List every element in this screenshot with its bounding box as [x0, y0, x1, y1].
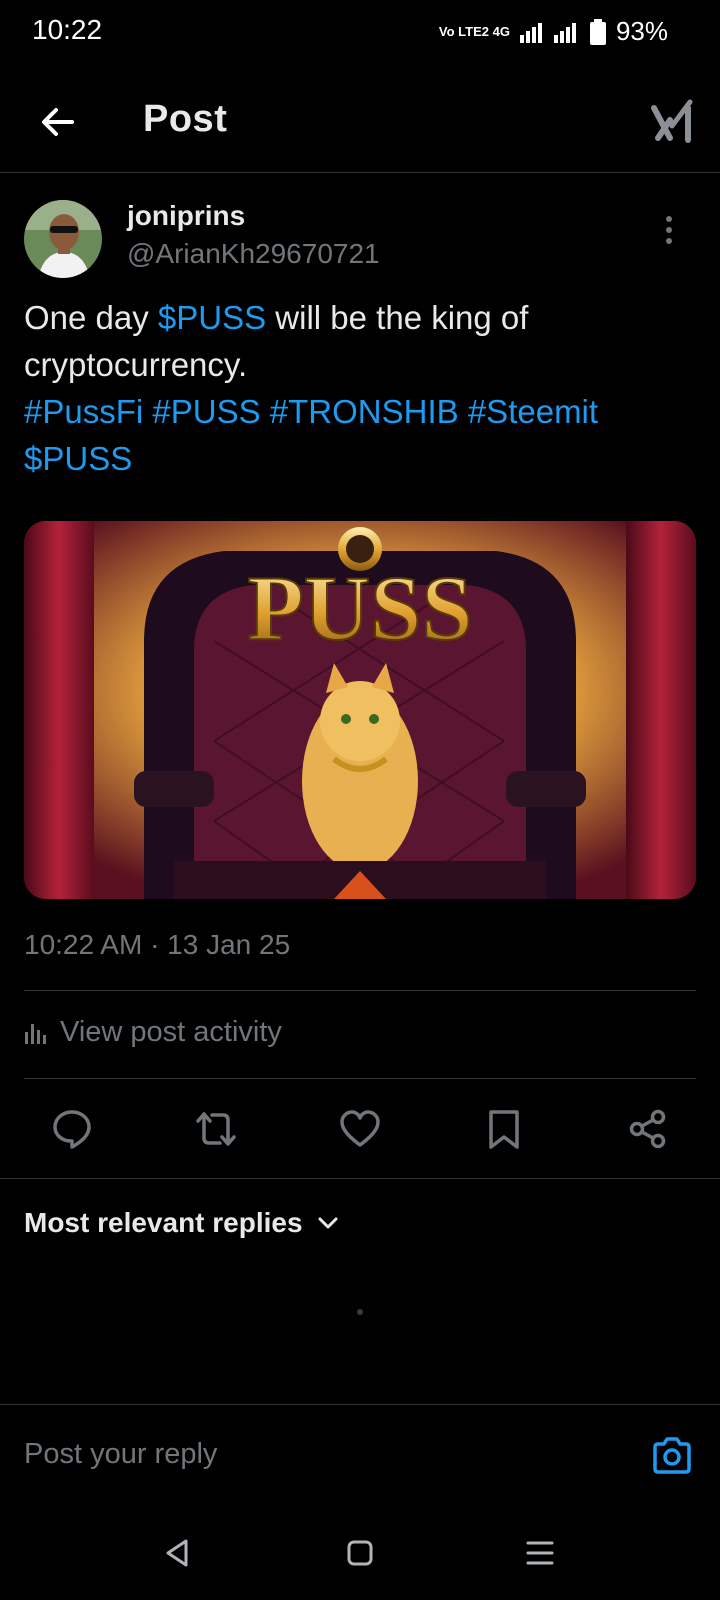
replies-sort-dropdown[interactable]: Most relevant replies — [24, 1207, 339, 1239]
cashtag-link[interactable]: $PUSS — [24, 440, 132, 477]
analytics-icon — [25, 1023, 46, 1044]
hashtag-link[interactable]: #PussFi — [24, 393, 143, 430]
status-time: 10:22 — [32, 14, 103, 45]
page-title: Post — [143, 98, 228, 140]
top-app-bar — [0, 76, 720, 173]
nav-recents-icon[interactable] — [522, 1535, 558, 1571]
bookmark-icon[interactable] — [483, 1108, 525, 1150]
post-text-segment: One day — [24, 299, 158, 336]
status-icons: Vo LTE2 4G 93% — [439, 16, 668, 47]
author-name[interactable]: joniprins — [127, 200, 245, 232]
chevron-down-icon — [318, 1217, 338, 1229]
more-options-icon[interactable] — [665, 215, 673, 245]
reply-input[interactable] — [24, 1438, 624, 1471]
nav-back-icon[interactable] — [160, 1535, 196, 1571]
divider — [0, 1404, 720, 1405]
view-activity-label: View post activity — [60, 1016, 282, 1048]
share-icon[interactable] — [627, 1108, 669, 1150]
image-text: PUSS — [248, 557, 473, 659]
reply-icon[interactable] — [51, 1108, 93, 1150]
post-timestamp: 10:22 AM · 13 Jan 25 — [24, 929, 291, 960]
signal-icon — [519, 22, 576, 43]
post-image[interactable]: PUSS — [24, 521, 696, 899]
back-arrow-icon[interactable] — [36, 100, 80, 144]
author-handle[interactable]: @ArianKh29670721 — [127, 238, 380, 270]
hashtag-link[interactable]: #PUSS — [152, 393, 260, 430]
hashtag-link[interactable]: #TRONSHIB — [270, 393, 459, 430]
camera-icon[interactable] — [650, 1434, 694, 1478]
grok-icon[interactable] — [650, 98, 696, 144]
replies-sort-label: Most relevant replies — [24, 1207, 303, 1238]
battery-icon — [589, 18, 606, 45]
like-icon[interactable] — [339, 1108, 381, 1150]
avatar[interactable] — [24, 200, 102, 278]
cashtag-link[interactable]: $PUSS — [158, 299, 266, 336]
loading-indicator — [357, 1309, 363, 1315]
post-text: One day $PUSS will be the king of crypto… — [24, 294, 694, 482]
view-activity-link[interactable]: View post activity — [24, 1016, 282, 1049]
network-label: Vo LTE2 4G — [438, 23, 510, 39]
nav-home-icon[interactable] — [342, 1535, 378, 1571]
repost-icon[interactable] — [195, 1108, 237, 1150]
battery-percent: 93% — [615, 16, 668, 46]
divider — [24, 990, 696, 991]
hashtag-link[interactable]: #Steemit — [468, 393, 598, 430]
